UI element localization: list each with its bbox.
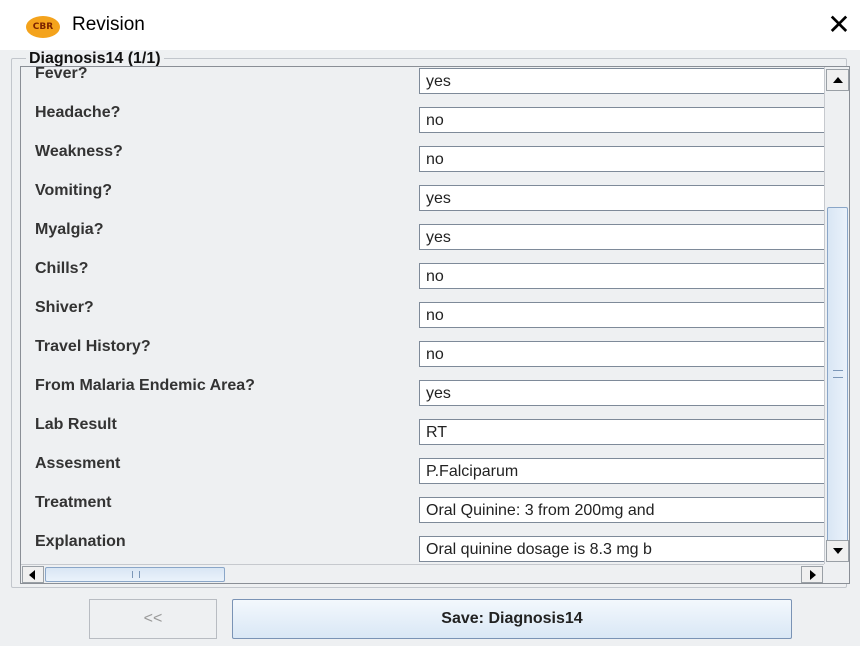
field-row-weakness: Weakness? no (21, 133, 824, 173)
field-row-fever: Fever? yes (21, 67, 824, 95)
arrow-up-icon (833, 77, 843, 83)
arrow-left-icon (29, 570, 35, 580)
field-value-input[interactable]: P.Falciparum (419, 458, 824, 484)
field-row-explanation: Explanation Oral quinine dosage is 8.3 m… (21, 523, 824, 563)
window-title: Revision (72, 14, 145, 35)
field-value-input[interactable]: no (419, 107, 824, 133)
scroll-down-button[interactable] (826, 540, 849, 562)
field-value-input[interactable]: no (419, 146, 824, 172)
field-value-input[interactable]: Oral quinine dosage is 8.3 mg b (419, 536, 824, 562)
field-label: From Malaria Endemic Area? (35, 377, 255, 394)
field-row-headache: Headache? no (21, 94, 824, 134)
field-label: Weakness? (35, 143, 123, 160)
close-button[interactable]: ✕ (824, 10, 854, 40)
field-value-input[interactable]: yes (419, 380, 824, 406)
horizontal-scrollbar[interactable] (21, 564, 824, 583)
scroll-right-button[interactable] (801, 566, 823, 583)
vertical-scroll-thumb[interactable] (827, 207, 848, 542)
field-label: Vomiting? (35, 182, 113, 199)
fields-viewport: Fever? yes Headache? no Weakness? no Vom… (21, 67, 824, 564)
field-label: Treatment (35, 494, 112, 511)
field-value-input[interactable]: RT (419, 419, 824, 445)
field-label: Chills? (35, 260, 89, 277)
scroll-left-button[interactable] (22, 566, 44, 583)
field-row-assesment: Assesment P.Falciparum (21, 445, 824, 485)
field-row-shiver: Shiver? no (21, 289, 824, 329)
field-value-input[interactable]: yes (419, 185, 824, 211)
scroll-corner (824, 564, 849, 583)
field-row-treatment: Treatment Oral Quinine: 3 from 200mg and (21, 484, 824, 524)
field-label: Shiver? (35, 299, 94, 316)
field-label: Myalgia? (35, 221, 104, 238)
field-label: Assesment (35, 455, 121, 472)
field-row-travel-history: Travel History? no (21, 328, 824, 368)
field-label: Fever? (35, 67, 88, 82)
vertical-scrollbar[interactable] (824, 67, 849, 564)
field-row-chills: Chills? no (21, 250, 824, 290)
field-label: Lab Result (35, 416, 117, 433)
app-logo-icon: CBR (26, 16, 60, 38)
previous-button[interactable]: << (89, 599, 217, 639)
horizontal-scroll-thumb[interactable] (45, 567, 225, 582)
field-value-input[interactable]: no (419, 302, 824, 328)
field-label: Headache? (35, 104, 121, 121)
field-row-vomiting: Vomiting? yes (21, 172, 824, 212)
field-label: Travel History? (35, 338, 151, 355)
arrow-right-icon (810, 570, 816, 580)
grip-icon (833, 370, 843, 378)
field-row-endemic-area: From Malaria Endemic Area? yes (21, 367, 824, 407)
fields-scroll-pane: Fever? yes Headache? no Weakness? no Vom… (20, 66, 850, 584)
field-label: Explanation (35, 533, 126, 550)
field-value-input[interactable]: Oral Quinine: 3 from 200mg and (419, 497, 824, 523)
field-value-input[interactable]: no (419, 263, 824, 289)
revision-window: CBR Revision ✕ Diagnosis14 (1/1) Fever? … (0, 0, 860, 646)
arrow-down-icon (833, 548, 843, 554)
scroll-up-button[interactable] (826, 69, 849, 91)
title-bar: CBR Revision ✕ (0, 0, 860, 50)
field-row-myalgia: Myalgia? yes (21, 211, 824, 251)
field-value-input[interactable]: yes (419, 68, 824, 94)
grip-icon (132, 571, 140, 578)
field-row-lab-result: Lab Result RT (21, 406, 824, 446)
field-value-input[interactable]: yes (419, 224, 824, 250)
save-button[interactable]: Save: Diagnosis14 (232, 599, 792, 639)
field-value-input[interactable]: no (419, 341, 824, 367)
